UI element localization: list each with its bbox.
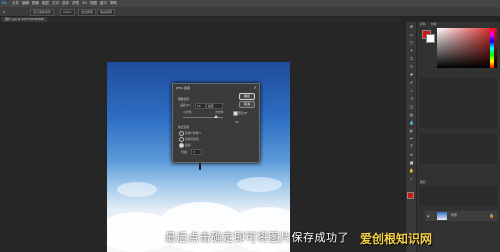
format-baseline-optimized-label: 基线已优化: [185, 137, 199, 141]
eyedropper-icon[interactable]: ✎: [409, 64, 414, 69]
image-options-label: 图像选项: [178, 97, 190, 101]
radio-baseline-optimized[interactable]: [179, 137, 184, 142]
menu-window[interactable]: 窗口: [100, 1, 107, 6]
wand-icon[interactable]: ✦: [409, 48, 414, 53]
cancel-button[interactable]: 取消: [239, 101, 255, 108]
tab-layers[interactable]: 图层: [420, 180, 426, 184]
menu-image[interactable]: 图像: [32, 1, 39, 6]
menu-select[interactable]: 选择: [62, 1, 69, 6]
quality-preset-select[interactable]: 最佳: [206, 103, 223, 109]
menu-layer[interactable]: 图层: [42, 1, 49, 6]
radio-baseline-standard[interactable]: [179, 131, 184, 136]
options-bar: ⌕ 显示变换控件 100% 适合屏幕 填充屏幕: [0, 7, 500, 17]
radio-progressive[interactable]: [179, 143, 184, 148]
format-options-label: 格式选项: [178, 125, 190, 129]
gradient-icon[interactable]: ▤: [409, 112, 414, 117]
small-file-label: 小文件: [183, 110, 192, 114]
tab-color[interactable]: 颜色: [420, 22, 426, 26]
close-icon[interactable]: ×: [254, 85, 257, 90]
menu-filter[interactable]: 滤镜: [72, 1, 79, 6]
brush-icon[interactable]: ✐: [409, 80, 414, 85]
option-pill-3[interactable]: 适合屏幕: [78, 9, 97, 16]
properties-panel: [419, 134, 497, 164]
type-icon[interactable]: T: [409, 144, 414, 149]
option-pill-4[interactable]: 填充屏幕: [97, 9, 116, 16]
quality-input[interactable]: 10: [195, 103, 206, 109]
jpeg-options-dialog: JPEG 选项 × 图像选项 品质(Q): 10 最佳 小文件 大文件 格式选项…: [172, 83, 260, 163]
format-baseline-standard-label: 基线("标准"): [185, 131, 201, 135]
crop-icon[interactable]: ⌗: [409, 56, 414, 61]
menu-file[interactable]: 文件: [12, 1, 19, 6]
layer-row[interactable]: ◉ 背景 🔒: [425, 211, 497, 221]
blur-icon[interactable]: 💧: [409, 120, 414, 125]
move-icon[interactable]: ✥: [409, 24, 414, 29]
eraser-icon[interactable]: ◫: [409, 104, 414, 109]
hand-icon[interactable]: ✋: [409, 168, 414, 173]
menu-bar: Ps 文件 编辑 图像 图层 文字 选择 滤镜 3D 视图 窗口 帮助: [0, 0, 500, 7]
lock-icon: 🔒: [489, 213, 494, 218]
menu-3d[interactable]: 3D: [82, 1, 87, 5]
figure-silhouette: [199, 162, 201, 170]
app-logo: Ps: [2, 1, 7, 5]
large-file-label: 大文件: [215, 110, 224, 114]
ok-button[interactable]: 确定: [239, 93, 255, 100]
menu-edit[interactable]: 编辑: [22, 1, 29, 6]
cloud-shape: [237, 177, 282, 192]
option-pill-1[interactable]: 显示变换控件: [30, 9, 55, 16]
color-picker-field[interactable]: [437, 28, 497, 68]
cloud-shape: [117, 182, 157, 197]
shape-icon[interactable]: ■: [409, 160, 414, 165]
zoom-tool-icon[interactable]: ⌕: [3, 9, 5, 14]
format-progressive-label: 连续: [185, 143, 191, 147]
pen-icon[interactable]: ✒: [409, 136, 414, 141]
hue-slider[interactable]: [490, 28, 494, 68]
quality-label: 品质(Q):: [180, 103, 191, 107]
foreground-color-swatch[interactable]: [407, 192, 414, 199]
dodge-icon[interactable]: ◐: [409, 128, 414, 133]
menu-help[interactable]: 帮助: [110, 1, 117, 6]
quality-slider-knob[interactable]: [214, 115, 218, 118]
marquee-icon[interactable]: ▭: [409, 32, 414, 37]
history-icon[interactable]: ↺: [409, 96, 414, 101]
scan-label: 扫描:: [181, 150, 188, 154]
tab-swatches[interactable]: 色板: [431, 22, 437, 26]
menu-view[interactable]: 视图: [90, 1, 97, 6]
heal-icon[interactable]: ✚: [409, 72, 414, 77]
right-panels: 颜色 色板 图层 ◉ 背景 🔒: [417, 22, 500, 252]
path-icon[interactable]: ➤: [409, 152, 414, 157]
bg-color-chip[interactable]: [426, 34, 435, 43]
option-pill-2[interactable]: 100%: [60, 9, 75, 16]
scan-select[interactable]: 3: [191, 149, 202, 155]
watermark-text: 爱创根知识网: [360, 232, 433, 246]
preview-label: 预览(P): [238, 111, 248, 115]
adjustments-panel: [419, 78, 497, 128]
tool-strip: ✥ ▭ ➰ ✦ ⌗ ✎ ✚ ✐ ⊥ ↺ ◫ ▤ 💧 ◐ ✒ T ➤ ■ ✋ ⌕: [405, 22, 416, 252]
menu-type[interactable]: 文字: [52, 1, 59, 6]
layer-name: 背景: [451, 213, 458, 217]
lasso-icon[interactable]: ➰: [409, 40, 414, 45]
stamp-icon[interactable]: ⊥: [409, 88, 414, 93]
eye-icon[interactable]: ◉: [427, 214, 430, 218]
layer-thumbnail: [437, 212, 447, 220]
file-size-text: 0K: [235, 120, 239, 124]
dialog-title: JPEG 选项: [176, 86, 190, 90]
zoom-icon[interactable]: ⌕: [409, 176, 414, 181]
layer-controls: [419, 186, 497, 206]
